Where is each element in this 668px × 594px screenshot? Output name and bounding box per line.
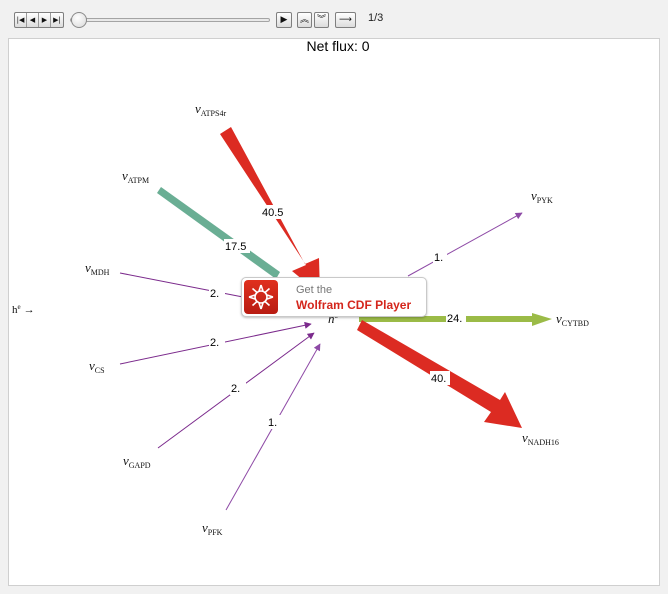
- node-label-mdh: vMDH: [85, 260, 110, 277]
- flux-label-atpm: 17.5: [225, 241, 246, 253]
- node-sub-mdh: MDH: [91, 268, 110, 277]
- wolfram-spikey-icon: [244, 280, 278, 314]
- node-sub-nadh16: NADH16: [528, 438, 559, 447]
- node-label-nadh16: vNADH16: [522, 430, 559, 447]
- node-sub-pfk: PFK: [208, 528, 223, 537]
- node-label-cytbd: vCYTBD: [556, 311, 589, 328]
- flux-label-pyk: 1.: [434, 252, 443, 264]
- flux-label-cytbd: 24.: [447, 313, 462, 325]
- external-metabolite-sup: e: [18, 303, 21, 311]
- node-sub-cs: CS: [95, 366, 105, 375]
- node-sub-cytbd: CYTBD: [562, 319, 589, 328]
- flux-label-gapd: 2.: [231, 383, 240, 395]
- node-sub-gapd: GAPD: [129, 461, 151, 470]
- node-label-pyk: vPYK: [531, 188, 553, 205]
- flux-label-nadh16: 40.: [431, 373, 446, 385]
- node-label-pfk: vPFK: [202, 520, 223, 537]
- node-label-atpm: vATPM: [122, 168, 149, 185]
- cdf-badge-line1: Get the: [296, 284, 333, 296]
- node-sub-atps4r: ATPS4r: [201, 109, 227, 118]
- node-sub-pyk: PYK: [537, 196, 553, 205]
- flux-label-pfk: 1.: [268, 417, 277, 429]
- flux-label-atps4r: 40.5: [262, 207, 283, 219]
- flux-arrow-mdh: [119, 272, 249, 299]
- flux-arrow-atpm: [157, 187, 280, 279]
- node-sub-atpm: ATPM: [128, 176, 149, 185]
- external-metabolite-label: he →: [12, 303, 35, 316]
- node-label-atps4r: vATPS4r: [195, 101, 226, 118]
- node-label-cs: vCS: [89, 358, 105, 375]
- get-cdf-player-badge[interactable]: Get the Wolfram CDF Player: [241, 277, 427, 317]
- flux-arrow-pyk: [407, 212, 523, 277]
- flux-label-cs: 2.: [210, 337, 219, 349]
- node-label-gapd: vGAPD: [123, 453, 151, 470]
- flux-label-mdh: 2.: [210, 288, 219, 300]
- external-metabolite-arrow: →: [24, 304, 35, 316]
- cdf-badge-line2: Wolfram CDF Player: [296, 298, 412, 312]
